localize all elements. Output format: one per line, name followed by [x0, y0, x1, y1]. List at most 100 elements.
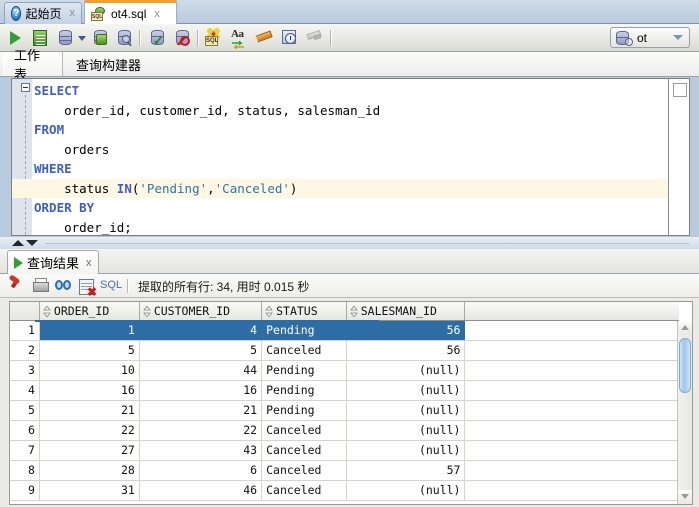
connection-selector[interactable]: ot [610, 27, 690, 48]
document-tab-ot4-sql[interactable]: SQL ot4.sql x [84, 0, 177, 25]
table-cell[interactable]: 5 [39, 340, 139, 360]
table-cell[interactable]: Pending [262, 380, 347, 400]
row-number-cell[interactable]: 8 [10, 460, 39, 480]
table-cell[interactable]: Pending [262, 360, 347, 380]
row-number-cell[interactable]: 4 [10, 380, 39, 400]
table-row[interactable]: 41616Pending(null) [10, 380, 679, 400]
row-number-cell[interactable]: 2 [10, 340, 39, 360]
table-cell[interactable]: 44 [139, 360, 261, 380]
close-icon[interactable]: x [152, 9, 162, 20]
explain-plan-button[interactable] [56, 28, 76, 48]
table-cell[interactable]: Canceled [262, 340, 347, 360]
table-cell[interactable]: 21 [139, 400, 261, 420]
table-cell[interactable]: 57 [346, 460, 465, 480]
table-cell[interactable]: 31 [39, 480, 139, 500]
close-icon[interactable]: x [86, 257, 92, 269]
table-cell[interactable]: 56 [346, 340, 465, 360]
database-search-icon [118, 30, 131, 45]
scroll-down-arrow[interactable] [678, 490, 692, 504]
sql-history-button[interactable]: SQL [205, 28, 225, 48]
binoculars-icon [55, 280, 71, 291]
table-cell[interactable]: 16 [39, 380, 139, 400]
panel-splitter[interactable] [0, 237, 699, 249]
table-cell[interactable]: (null) [346, 360, 465, 380]
table-cell[interactable]: 27 [39, 440, 139, 460]
row-number-cell[interactable]: 7 [10, 440, 39, 460]
autotrace-button[interactable] [91, 28, 111, 48]
table-row[interactable]: 52121Pending(null) [10, 400, 679, 420]
row-number-cell[interactable]: 3 [10, 360, 39, 380]
table-row[interactable]: 62222Canceled(null) [10, 420, 679, 440]
close-icon[interactable]: x [68, 8, 78, 19]
table-row[interactable]: 31044Pending(null) [10, 360, 679, 380]
table-cell[interactable]: 1 [39, 320, 139, 340]
clear-button[interactable] [255, 28, 275, 48]
table-cell[interactable]: 10 [39, 360, 139, 380]
pin-button[interactable] [8, 277, 26, 295]
table-cell[interactable]: (null) [346, 420, 465, 440]
table-cell[interactable]: 16 [139, 380, 261, 400]
chevron-down-icon[interactable] [673, 35, 683, 40]
column-header-customer-id[interactable]: CUSTOMER_ID [139, 302, 261, 320]
table-cell[interactable]: 22 [39, 420, 139, 440]
editor-rail-marker[interactable] [673, 83, 687, 97]
results-grid[interactable]: ORDER_ID CUSTOMER_ID [9, 301, 693, 505]
sql-editor[interactable]: SELECT order_id, customer_id, status, sa… [11, 78, 690, 236]
table-cell[interactable]: Canceled [262, 440, 347, 460]
table-row[interactable]: 255Canceled56 [10, 340, 679, 360]
table-cell[interactable]: 56 [346, 320, 465, 340]
to-upper-lower-button[interactable]: Aa [230, 28, 250, 48]
table-cell[interactable]: (null) [346, 480, 465, 500]
row-number-header[interactable] [10, 302, 39, 320]
table-cell[interactable]: 5 [139, 340, 261, 360]
triangle-up-icon[interactable] [12, 240, 24, 246]
row-number-cell[interactable]: 6 [10, 420, 39, 440]
row-number-cell[interactable]: 1 [10, 320, 39, 340]
triangle-down-icon[interactable] [26, 240, 38, 246]
table-cell[interactable]: Canceled [262, 480, 347, 500]
column-header-order-id[interactable]: ORDER_ID [39, 302, 139, 320]
schedule-button[interactable] [280, 28, 300, 48]
table-cell[interactable]: Canceled [262, 420, 347, 440]
row-number-cell[interactable]: 5 [10, 400, 39, 420]
sql-tuning-button[interactable] [115, 28, 135, 48]
table-cell[interactable]: 46 [139, 480, 261, 500]
build-button[interactable] [305, 28, 325, 48]
results-tab-bar: 查询结果 x [0, 249, 699, 274]
tab-query-builder[interactable]: 查询构建器 [66, 52, 158, 76]
table-row[interactable]: 114Pending56 [10, 320, 679, 340]
table-cell[interactable]: Pending [262, 320, 347, 340]
explain-dropdown[interactable] [75, 28, 87, 48]
table-cell[interactable]: 22 [139, 420, 261, 440]
table-cell[interactable]: 28 [39, 460, 139, 480]
clear-results-button[interactable]: ✖ [78, 277, 96, 295]
table-cell[interactable]: 6 [139, 460, 261, 480]
tab-worksheet[interactable]: 工作表 [3, 52, 63, 76]
table-row[interactable]: 72743Canceled(null) [10, 440, 679, 460]
row-number-cell[interactable]: 9 [10, 480, 39, 500]
find-button[interactable] [54, 277, 72, 295]
results-vertical-scrollbar[interactable] [677, 321, 692, 504]
scroll-thumb[interactable] [679, 338, 691, 393]
scroll-up-arrow[interactable] [678, 321, 692, 335]
column-header-salesman-id[interactable]: SALESMAN_ID [346, 302, 465, 320]
tab-query-result[interactable]: 查询结果 x [7, 250, 99, 274]
print-button[interactable] [31, 277, 49, 295]
editor-code-area[interactable]: SELECT order_id, customer_id, status, sa… [34, 81, 667, 236]
table-row[interactable]: 8286Canceled57 [10, 460, 679, 480]
table-cell[interactable]: 21 [39, 400, 139, 420]
commit-button[interactable]: ✓ [148, 28, 168, 48]
table-cell[interactable]: (null) [346, 380, 465, 400]
collapse-box-icon[interactable] [21, 83, 30, 92]
column-header-status[interactable]: STATUS [262, 302, 347, 320]
table-cell[interactable]: 43 [139, 440, 261, 460]
code-token: status [34, 181, 117, 196]
document-tab-start-page[interactable]: ? 起始页 x [4, 2, 82, 24]
table-cell[interactable]: (null) [346, 400, 465, 420]
table-cell[interactable]: (null) [346, 440, 465, 460]
table-cell[interactable]: Canceled [262, 460, 347, 480]
table-cell[interactable]: Pending [262, 400, 347, 420]
table-row[interactable]: 93146Canceled(null) [10, 480, 679, 500]
rollback-button[interactable] [173, 28, 193, 48]
table-cell[interactable]: 4 [139, 320, 261, 340]
